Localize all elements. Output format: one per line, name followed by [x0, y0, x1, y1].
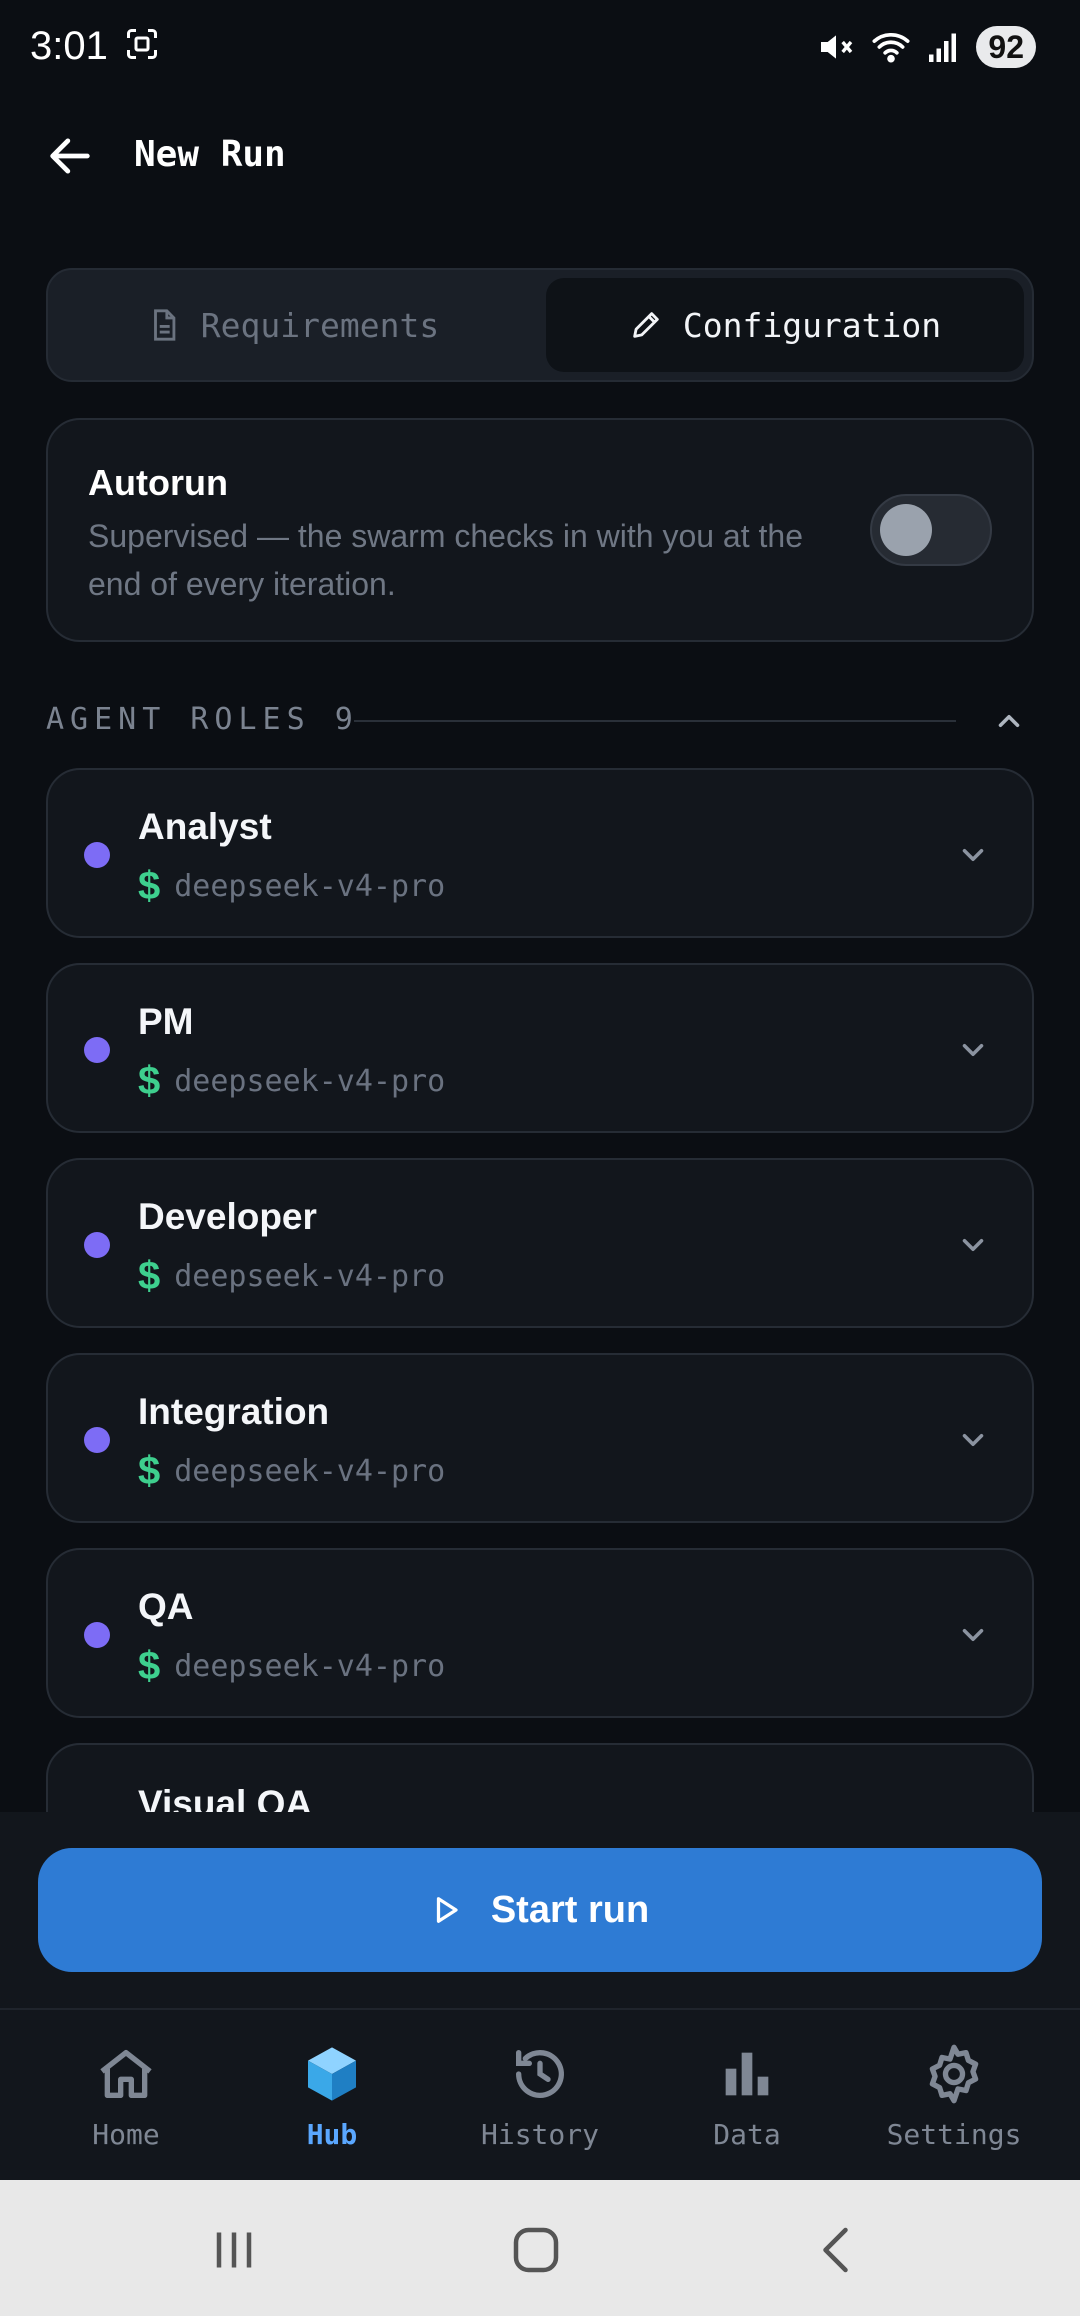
role-card-integration[interactable]: Integration $ deepseek-v4-pro	[46, 1353, 1034, 1523]
page-title: New Run	[134, 134, 286, 175]
nav-settings[interactable]: Settings	[846, 2010, 1062, 2180]
nav-home[interactable]: Home	[18, 2010, 234, 2180]
cost-icon: $	[138, 1254, 161, 1298]
tab-label: Configuration	[682, 305, 942, 345]
role-name: PM	[138, 1001, 194, 1042]
bottom-nav: Home Hub History Data Settings	[0, 2010, 1080, 2180]
status-icons: 92	[816, 24, 1036, 70]
role-status-dot	[84, 1232, 110, 1258]
cube-icon	[308, 2047, 356, 2101]
nav-label: Hub	[306, 2118, 358, 2151]
app-bar: New Run	[0, 96, 1080, 232]
agent-roles-label: AGENT ROLES 9	[46, 702, 359, 737]
nav-data[interactable]: Data	[639, 2010, 855, 2180]
role-name: Analyst	[138, 806, 272, 847]
tab-label: Requirements	[200, 305, 440, 345]
system-back-icon[interactable]	[808, 2220, 868, 2280]
role-model: $ deepseek-v4-pro	[138, 1644, 445, 1689]
home-icon	[100, 2050, 152, 2098]
bar-chart-icon	[725, 2052, 769, 2096]
chevron-down-icon[interactable]	[956, 1228, 990, 1262]
role-card-developer[interactable]: Developer $ deepseek-v4-pro	[46, 1158, 1034, 1328]
chevron-down-icon[interactable]	[956, 1033, 990, 1067]
role-status-dot	[84, 1427, 110, 1453]
cost-icon: $	[138, 1449, 161, 1493]
role-model: $ deepseek-v4-pro	[138, 1449, 445, 1494]
toggle-knob	[880, 504, 932, 556]
role-name: QA	[138, 1586, 194, 1627]
role-card-pm[interactable]: PM $ deepseek-v4-pro	[46, 963, 1034, 1133]
tab-configuration[interactable]: Configuration	[546, 278, 1024, 372]
nav-label: Data	[713, 2118, 781, 2151]
cost-icon: $	[138, 864, 161, 908]
model-name: deepseek-v4-pro	[174, 1649, 446, 1684]
pencil-icon	[633, 312, 659, 338]
recent-apps-icon[interactable]	[204, 2220, 264, 2280]
home-button-icon[interactable]	[506, 2220, 566, 2280]
nav-label: History	[480, 2118, 599, 2151]
gear-icon	[929, 2044, 979, 2104]
cost-icon: $	[138, 1644, 161, 1688]
play-icon	[436, 1897, 458, 1923]
chevron-down-icon[interactable]	[956, 1423, 990, 1457]
role-name: Integration	[138, 1391, 330, 1432]
autorun-title: Autorun	[88, 462, 228, 503]
nav-history[interactable]: History	[432, 2010, 648, 2180]
wifi-icon	[872, 33, 910, 63]
tab-requirements[interactable]: Requirements	[58, 278, 528, 372]
role-model: $ deepseek-v4-pro	[138, 1059, 445, 1104]
start-run-label: Start run	[490, 1888, 650, 1931]
role-status-dot	[84, 1037, 110, 1063]
action-area: Start run	[0, 1812, 1080, 2010]
nav-label: Settings	[886, 2118, 1022, 2151]
battery-indicator: 92	[976, 26, 1036, 68]
model-name: deepseek-v4-pro	[174, 1259, 446, 1294]
document-icon	[153, 309, 176, 341]
chevron-down-icon[interactable]	[956, 1618, 990, 1652]
screenshot-icon	[127, 29, 157, 59]
autorun-card: Autorun Supervised — the swarm checks in…	[46, 418, 1034, 642]
autorun-toggle[interactable]	[870, 494, 992, 566]
agent-roles-header[interactable]: AGENT ROLES 9	[46, 700, 1034, 740]
system-nav-bar	[0, 2180, 1080, 2316]
history-icon	[516, 2050, 564, 2099]
tab-switcher: Requirements Configuration	[46, 268, 1034, 382]
autorun-description: Supervised — the swarm checks in with yo…	[88, 518, 803, 602]
role-model: $ deepseek-v4-pro	[138, 864, 445, 909]
chevron-up-icon[interactable]	[992, 704, 1026, 738]
signal-icon	[929, 33, 957, 62]
model-name: deepseek-v4-pro	[174, 1454, 446, 1489]
role-card-analyst[interactable]: Analyst $ deepseek-v4-pro	[46, 768, 1034, 938]
mute-icon	[821, 35, 853, 59]
status-time: 3:01	[30, 24, 108, 68]
start-run-button[interactable]: Start run	[38, 1848, 1042, 1972]
model-name: deepseek-v4-pro	[174, 869, 446, 904]
divider	[354, 720, 956, 722]
back-arrow-icon[interactable]	[44, 130, 96, 182]
nav-hub[interactable]: Hub	[224, 2010, 440, 2180]
role-model: $ deepseek-v4-pro	[138, 1254, 445, 1299]
nav-label: Home	[92, 2118, 160, 2151]
role-name: Developer	[138, 1196, 317, 1237]
role-card-qa[interactable]: QA $ deepseek-v4-pro	[46, 1548, 1034, 1718]
cost-icon: $	[138, 1059, 161, 1103]
chevron-down-icon[interactable]	[956, 838, 990, 872]
role-status-dot	[84, 842, 110, 868]
role-status-dot	[84, 1622, 110, 1648]
status-bar: 3:01 92	[0, 0, 1080, 96]
model-name: deepseek-v4-pro	[174, 1064, 446, 1099]
